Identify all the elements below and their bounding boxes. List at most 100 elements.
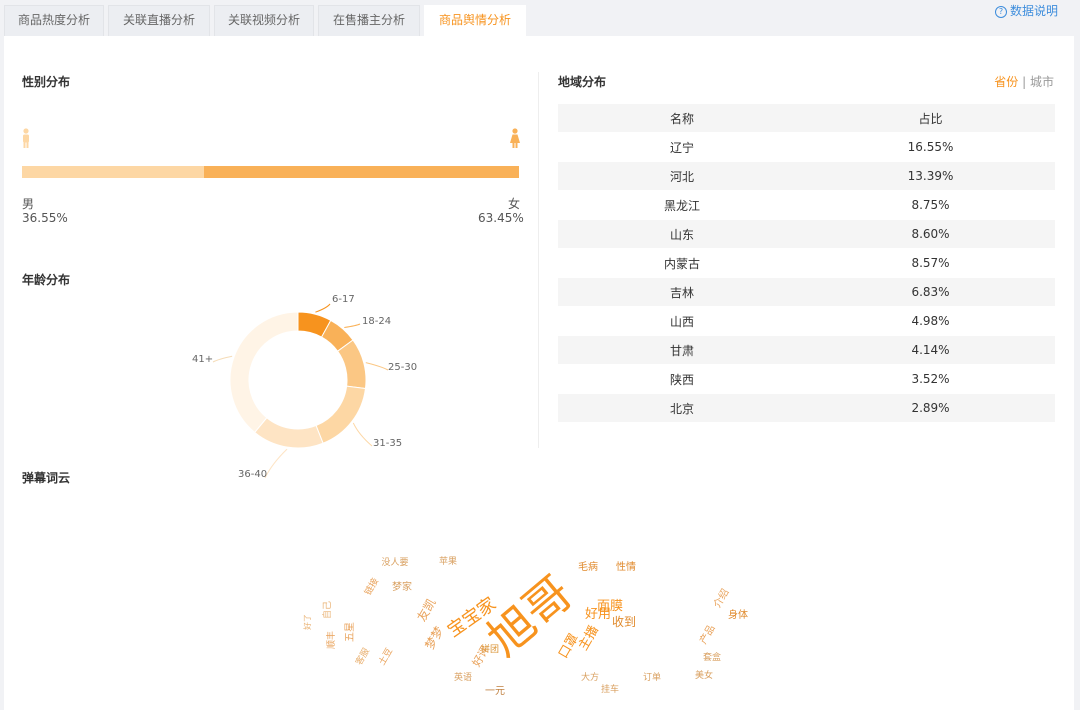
cloud-word: 没人要 [381, 557, 408, 568]
cloud-word: 自己 [321, 601, 333, 619]
cloud-word: 链接 [362, 576, 381, 598]
cloud-word: 面膜 [597, 599, 623, 614]
tab-related-video[interactable]: 关联视频分析 [214, 5, 314, 36]
cell-ratio: 16.55% [907, 140, 954, 154]
tab-bar: 商品热度分析 关联直播分析 关联视频分析 在售播主分析 商品舆情分析 ? 数据说明 [0, 0, 1080, 36]
header-ratio: 占比 [918, 111, 943, 126]
toggle-city[interactable]: 城市 [1030, 75, 1054, 89]
leader-line [264, 448, 288, 479]
cell-ratio: 4.14% [911, 343, 950, 357]
cell-region: 山西 [669, 314, 694, 329]
gender-title: 性别分布 [22, 75, 71, 89]
leader-line [352, 422, 373, 447]
tab-sellers[interactable]: 在售播主分析 [318, 5, 420, 36]
table-header: 名称 占比 [558, 104, 1055, 133]
toggle-province[interactable]: 省份 [994, 75, 1018, 89]
region-title: 地域分布 [558, 75, 607, 89]
cell-ratio: 3.52% [911, 372, 950, 386]
table-row: 陕西 3.52% [558, 365, 1055, 394]
cell-region: 北京 [669, 401, 694, 416]
table-row: 山东 8.60% [558, 220, 1055, 249]
cloud-word: 挂车 [601, 683, 619, 695]
donut-slice-41+[interactable] [229, 311, 299, 434]
cell-region: 河北 [669, 169, 694, 184]
table-row: 黑龙江 8.75% [558, 191, 1055, 220]
cloud-word: 一元 [485, 686, 505, 697]
header-name: 名称 [669, 111, 694, 126]
male-bar [22, 166, 204, 178]
table-row: 北京 2.89% [558, 394, 1055, 423]
cloud-word: 客服 [353, 646, 372, 668]
tab-sentiment[interactable]: 商品舆情分析 [424, 5, 526, 36]
cloud-word: 梦家 [392, 580, 412, 593]
male-icon [23, 128, 29, 148]
donut-label: 25-30 [388, 362, 417, 373]
cell-region: 辽宁 [669, 140, 694, 155]
cloud-word: 友凯 [414, 596, 438, 624]
female-bar [204, 166, 519, 178]
wordcloud-title: 弹幕词云 [22, 471, 71, 485]
cell-region: 陕西 [669, 372, 694, 387]
donut-slice-31-35[interactable] [315, 385, 367, 444]
cloud-word: 身体 [728, 608, 748, 621]
cloud-word: 拼团 [481, 643, 499, 655]
cell-ratio: 13.39% [907, 169, 954, 183]
leader-line [344, 323, 361, 328]
cell-region: 甘肃 [669, 343, 694, 358]
cloud-word: 梦梦 [422, 624, 446, 652]
cell-ratio: 2.89% [911, 401, 950, 415]
cloud-word: 五星 [344, 622, 356, 642]
section-divider [538, 72, 539, 448]
cloud-word: 性情 [616, 560, 636, 573]
male-label: 男 [22, 197, 35, 211]
cloud-word: 产品 [696, 622, 717, 646]
cloud-word: 苹果 [439, 555, 457, 567]
cell-ratio: 8.75% [911, 198, 950, 212]
donut-label: 31-35 [373, 438, 402, 449]
cell-region: 吉林 [669, 285, 694, 300]
table-row: 河北 13.39% [558, 162, 1055, 191]
female-label: 女 [508, 197, 521, 211]
age-title: 年龄分布 [22, 273, 71, 287]
cell-ratio: 8.60% [911, 227, 950, 241]
cell-region: 山东 [669, 227, 694, 242]
cell-ratio: 4.98% [911, 314, 950, 328]
female-icon [510, 128, 520, 148]
table-row: 吉林 6.83% [558, 278, 1055, 307]
question-icon: ? [994, 6, 1007, 18]
cloud-word: 顺丰 [325, 631, 337, 649]
leader-line [315, 303, 331, 313]
region-toggle: 省份 | 城市 [994, 73, 1054, 90]
leader-line [212, 355, 233, 363]
cloud-word: 套盒 [703, 651, 721, 663]
donut-label: 18-24 [362, 316, 391, 327]
cloud-word: 美女 [695, 669, 713, 681]
cell-ratio: 6.83% [911, 285, 950, 299]
region-table: 名称 占比 辽宁 16.55% 河北 13.39% 黑龙江 8.75% 山东 8.60% 内蒙古… [558, 104, 1055, 423]
cell-region: 内蒙古 [663, 256, 700, 271]
cloud-word: 好了 [302, 614, 312, 630]
donut-label: 6-17 [332, 294, 355, 305]
cell-region: 黑龙江 [663, 198, 700, 213]
cloud-word: 收到 [612, 615, 636, 629]
cloud-word: 介绍 [710, 586, 731, 610]
donut-slice-36-40[interactable] [253, 417, 324, 449]
data-help-label: 数据说明 [1009, 4, 1058, 18]
cloud-word: 毛病 [578, 560, 598, 573]
cloud-word: 大方 [581, 671, 599, 683]
cloud-word: 英语 [454, 671, 472, 683]
donut-label: 36-40 [238, 469, 267, 480]
tab-product-heat[interactable]: 商品热度分析 [4, 5, 104, 36]
cell-ratio: 8.57% [911, 256, 950, 270]
tab-related-live[interactable]: 关联直播分析 [108, 5, 210, 36]
cloud-word: 订单 [643, 671, 661, 683]
table-row: 辽宁 16.55% [558, 133, 1055, 162]
table-row: 甘肃 4.14% [558, 336, 1055, 365]
toggle-separator: | [1022, 75, 1027, 89]
data-help-link[interactable]: ? 数据说明 [994, 2, 1058, 19]
table-row: 内蒙古 8.57% [558, 249, 1055, 278]
donut-label: 41+ [192, 354, 213, 365]
word-cloud: 旭哥宝宝家 好用面膜毛病 性情收到主播口罩友凯梦梦好评拼团一元套盒美女大方 订单挂车英… [302, 555, 748, 697]
cloud-word: 土豆 [376, 646, 395, 668]
female-percent: 63.45% [478, 211, 524, 225]
